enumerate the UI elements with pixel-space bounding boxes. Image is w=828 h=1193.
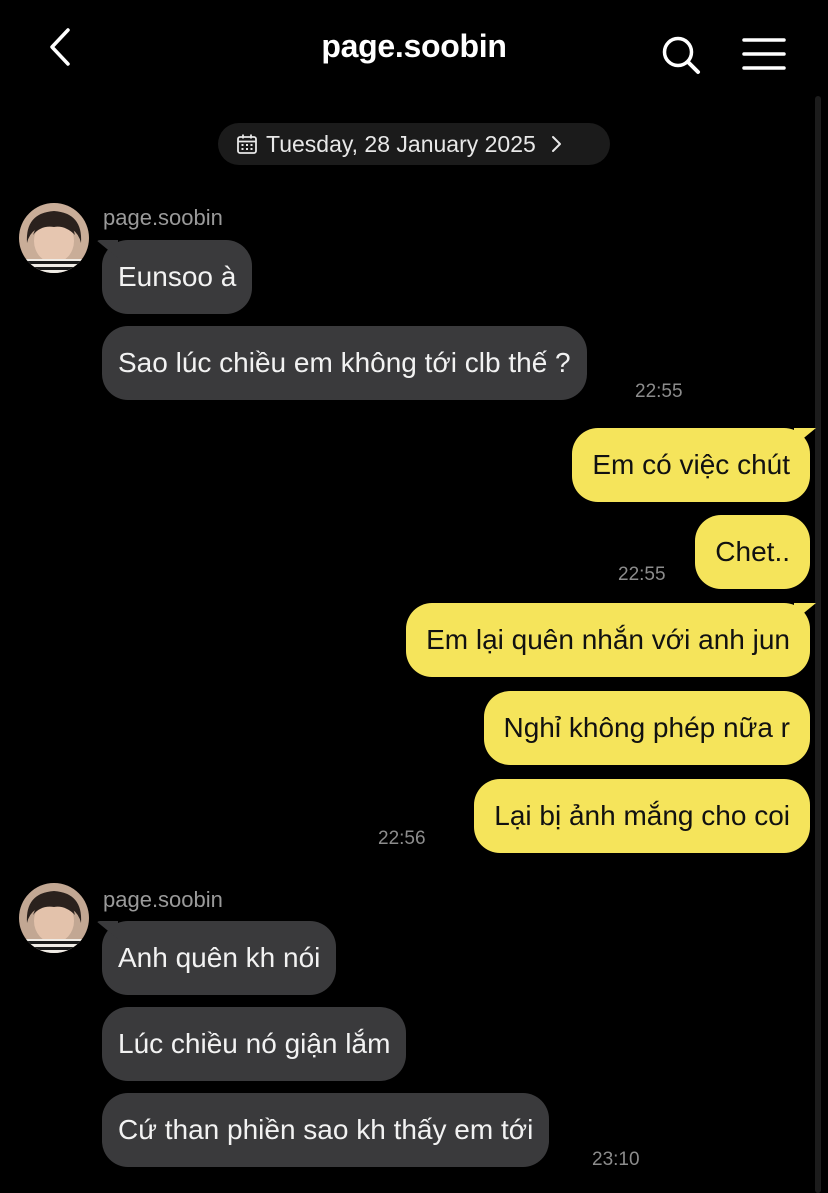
message-bubble[interactable]: Sao lúc chiều em không tới clb thế ? [102, 326, 587, 400]
avatar[interactable] [19, 203, 89, 273]
date-label: Tuesday, 28 January 2025 [266, 130, 536, 157]
chevron-right-icon [551, 136, 561, 152]
message-bubble[interactable]: Cứ than phiền sao kh thấy em tới [102, 1093, 550, 1167]
message-bubble[interactable]: Nghỉ không phép nữa r [483, 691, 810, 765]
message-bubble[interactable]: Chet.. [695, 515, 810, 589]
avatar[interactable] [19, 883, 89, 953]
chat-header: page.soobin [0, 0, 828, 100]
search-button[interactable] [660, 34, 702, 76]
hamburger-menu-icon [742, 38, 786, 70]
message-bubble[interactable]: Eunsoo à [102, 240, 253, 314]
menu-button[interactable] [742, 36, 786, 72]
message-bubble[interactable]: Em lại quên nhắn với anh jun [406, 603, 810, 677]
message-timestamp: 22:55 [618, 564, 666, 585]
message-timestamp: 22:56 [378, 828, 426, 849]
sender-name: page.soobin [103, 887, 223, 912]
search-icon [662, 36, 700, 74]
sender-name: page.soobin [103, 205, 223, 230]
message-timestamp: 23:10 [592, 1149, 640, 1170]
message-timestamp: 22:55 [635, 381, 683, 402]
message-bubble[interactable]: Anh quên kh nói [102, 921, 337, 995]
date-separator[interactable]: Tuesday, 28 January 2025 [218, 123, 610, 165]
message-bubble[interactable]: Em có việc chút [572, 428, 810, 502]
scrollbar[interactable] [815, 96, 821, 1193]
message-bubble[interactable]: Lúc chiều nó giận lắm [102, 1007, 407, 1081]
page-title: page.soobin [321, 28, 507, 64]
message-bubble[interactable]: Lại bị ảnh mắng cho coi [474, 779, 810, 853]
calendar-icon [237, 134, 257, 154]
